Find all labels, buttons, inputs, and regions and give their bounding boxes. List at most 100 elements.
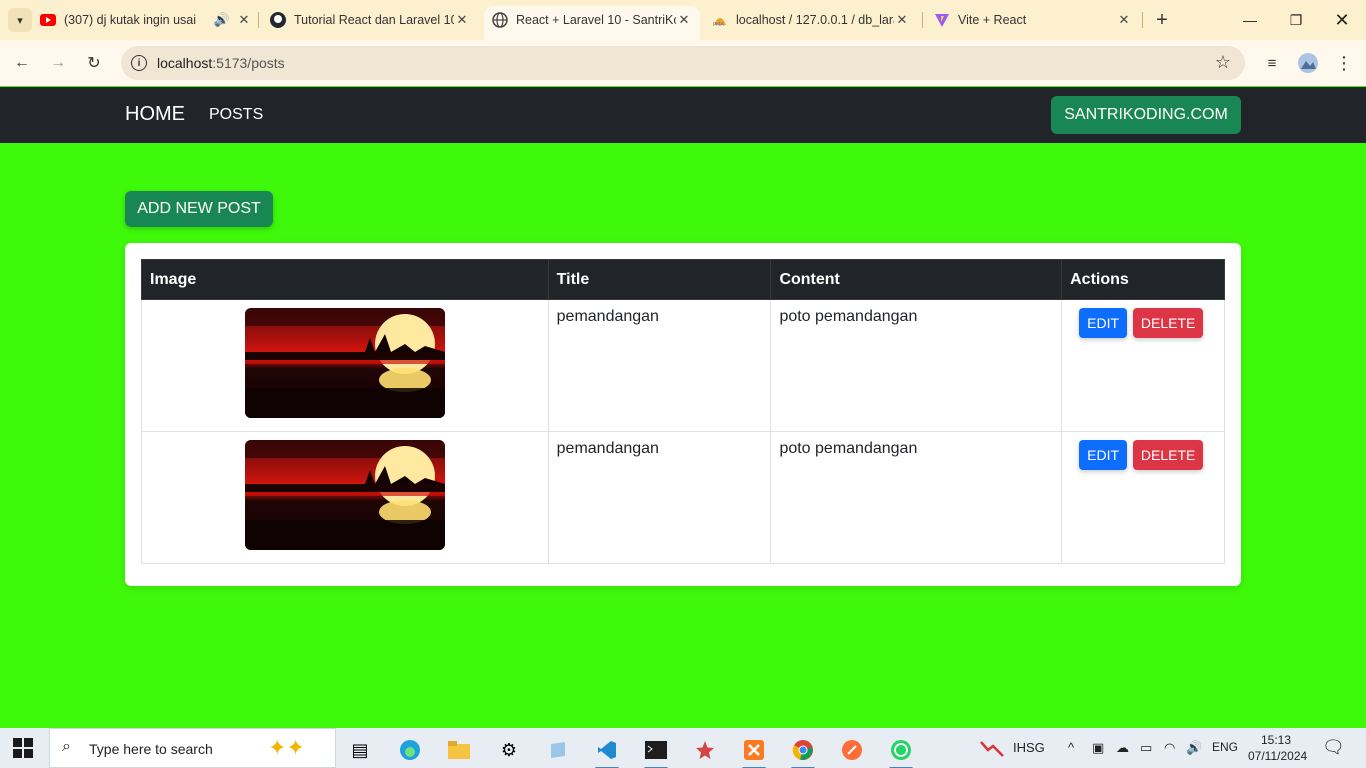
whatsapp-icon[interactable] (881, 734, 921, 768)
back-arrow-icon[interactable]: ← (10, 51, 34, 75)
taskbar-search-box[interactable]: ⌕ Type here to search ✦✦ (49, 728, 336, 768)
chrome-icon[interactable] (783, 734, 823, 768)
close-tab-icon[interactable]: ✕ (676, 12, 692, 28)
url-text[interactable]: localhost:5173/posts (157, 55, 285, 71)
search-highlight-icon: ✦✦ (268, 735, 305, 760)
volume-icon[interactable]: 🔊 (1186, 740, 1202, 756)
globe-icon (492, 12, 508, 28)
santrikoding-button[interactable]: SANTRIKODING.COM (1051, 96, 1241, 134)
tab-title: Tutorial React dan Laravel 10 (294, 13, 454, 27)
terminal-icon[interactable] (636, 734, 676, 768)
address-bar[interactable]: i localhost:5173/posts ☆ (121, 46, 1245, 80)
tab-divider (922, 12, 923, 28)
settings-gear-icon[interactable]: ⚙ (489, 734, 529, 766)
profile-avatar-icon[interactable] (1296, 51, 1320, 75)
table-row: pemandangan poto pemandangan EDIT DELETE (141, 431, 1225, 564)
title-cell: pemandangan (547, 299, 772, 432)
tab-title: localhost / 127.0.0.1 / db_laravel (736, 13, 894, 27)
close-window-icon[interactable]: ✕ (1330, 8, 1354, 32)
file-explorer-icon[interactable] (439, 734, 479, 766)
clock-date: 07/11/2024 (1248, 749, 1308, 763)
browser-toolbar: ← → ↻ i localhost:5173/posts ☆ ≡ ⋮ (0, 40, 1366, 86)
actions-cell: EDIT DELETE (1061, 299, 1225, 432)
wifi-icon[interactable]: ◠ (1164, 740, 1175, 756)
actions-cell: EDIT DELETE (1061, 431, 1225, 564)
notification-center-icon[interactable]: 🗨 (1322, 737, 1345, 758)
browser-tab-strip: ▾ (307) dj kutak ingin usai 🔊 ✕ Tutorial… (0, 0, 1366, 40)
forward-arrow-icon[interactable]: → (46, 51, 70, 75)
content-cell: poto pemandangan (770, 299, 1063, 432)
tab-youtube[interactable]: (307) dj kutak ingin usai 🔊 ✕ (40, 6, 252, 34)
edit-button[interactable]: EDIT (1079, 440, 1128, 470)
tab-title: Vite + React (958, 13, 1027, 27)
tab-github[interactable]: Tutorial React dan Laravel 10 ✕ (270, 6, 470, 34)
delete-button[interactable]: DELETE (1133, 308, 1204, 338)
vscode-icon[interactable] (587, 734, 627, 768)
app-navbar: HOME POSTS SANTRIKODING.COM (0, 87, 1366, 143)
edit-button[interactable]: EDIT (1079, 308, 1128, 338)
posts-table: Image Title Content Actions pemandangan … (141, 259, 1225, 564)
windows-taskbar: ⌕ Type here to search ✦✦ ▤ ⚙ IHSG ^ ▣ ☁ … (0, 728, 1366, 768)
postman-icon[interactable] (832, 734, 872, 766)
tab-phpmyadmin[interactable]: PMA localhost / 127.0.0.1 / db_laravel ✕ (712, 6, 910, 34)
notepad-icon[interactable] (538, 734, 578, 766)
kebab-menu-icon[interactable]: ⋮ (1332, 51, 1356, 75)
youtube-icon (40, 12, 56, 28)
tab-react-laravel[interactable]: React + Laravel 10 - SantriKoding ✕ (484, 6, 700, 40)
language-indicator[interactable]: ENG (1212, 740, 1238, 754)
image-cell (141, 299, 549, 432)
title-cell: pemandangan (547, 431, 772, 564)
image-cell (141, 431, 549, 564)
header-content: Content (770, 259, 1063, 300)
minimize-icon[interactable]: — (1238, 8, 1262, 32)
windows-start-icon[interactable] (13, 738, 33, 758)
star-app-icon[interactable] (685, 734, 725, 766)
url-host: localhost (157, 55, 213, 71)
meet-now-icon[interactable]: ▣ (1092, 740, 1104, 756)
svg-text:PMA: PMA (713, 22, 724, 27)
search-placeholder: Type here to search (89, 741, 213, 757)
restore-icon[interactable]: ❐ (1284, 8, 1308, 32)
tab-divider (1142, 12, 1143, 28)
show-hidden-icons-chevron-icon[interactable]: ^ (1068, 740, 1074, 755)
close-tab-icon[interactable]: ✕ (236, 12, 252, 28)
add-new-post-button[interactable]: ADD NEW POST (125, 191, 273, 227)
table-header-row: Image Title Content Actions (141, 259, 1225, 300)
media-queue-icon[interactable]: ≡ (1260, 51, 1284, 75)
search-icon: ⌕ (62, 738, 71, 755)
xampp-icon[interactable] (734, 734, 774, 768)
phpmyadmin-icon: PMA (712, 12, 728, 28)
battery-icon[interactable]: ▭ (1140, 740, 1152, 756)
tab-title: React + Laravel 10 - SantriKoding (516, 13, 676, 27)
close-tab-icon[interactable]: ✕ (454, 12, 470, 28)
site-info-icon[interactable]: i (131, 55, 147, 71)
stock-chart-icon[interactable] (980, 738, 1004, 761)
clock-time: 15:13 (1260, 733, 1292, 747)
close-tab-icon[interactable]: ✕ (894, 12, 910, 28)
tab-search-icon[interactable]: ▾ (8, 8, 32, 32)
posts-card: Image Title Content Actions pemandangan … (125, 243, 1241, 586)
post-thumbnail (244, 440, 445, 550)
post-thumbnail (244, 308, 445, 418)
bookmark-star-icon[interactable]: ☆ (1215, 52, 1231, 73)
content-cell: poto pemandangan (770, 431, 1063, 564)
header-actions: Actions (1061, 259, 1225, 300)
delete-button[interactable]: DELETE (1133, 440, 1204, 470)
close-tab-icon[interactable]: ✕ (1116, 12, 1132, 28)
reload-icon[interactable]: ↻ (82, 51, 106, 75)
new-tab-plus-icon[interactable]: + (1150, 8, 1174, 32)
onedrive-icon[interactable]: ☁ (1116, 740, 1129, 756)
header-image: Image (141, 259, 549, 300)
table-row: pemandangan poto pemandangan EDIT DELETE (141, 299, 1225, 432)
nav-posts-link[interactable]: POSTS (209, 106, 263, 124)
edge-icon[interactable] (390, 734, 430, 766)
nav-home-link[interactable]: HOME (125, 103, 185, 126)
task-view-icon[interactable]: ▤ (340, 734, 380, 766)
url-path: :5173/posts (212, 55, 285, 71)
stock-ticker-label[interactable]: IHSG (1013, 740, 1045, 755)
system-clock[interactable]: 15:13 07/11/2024 (1248, 732, 1308, 764)
vite-icon (934, 12, 950, 28)
speaker-icon[interactable]: 🔊 (214, 12, 230, 28)
header-title: Title (547, 259, 772, 300)
tab-vite[interactable]: Vite + React ✕ (934, 6, 1132, 34)
